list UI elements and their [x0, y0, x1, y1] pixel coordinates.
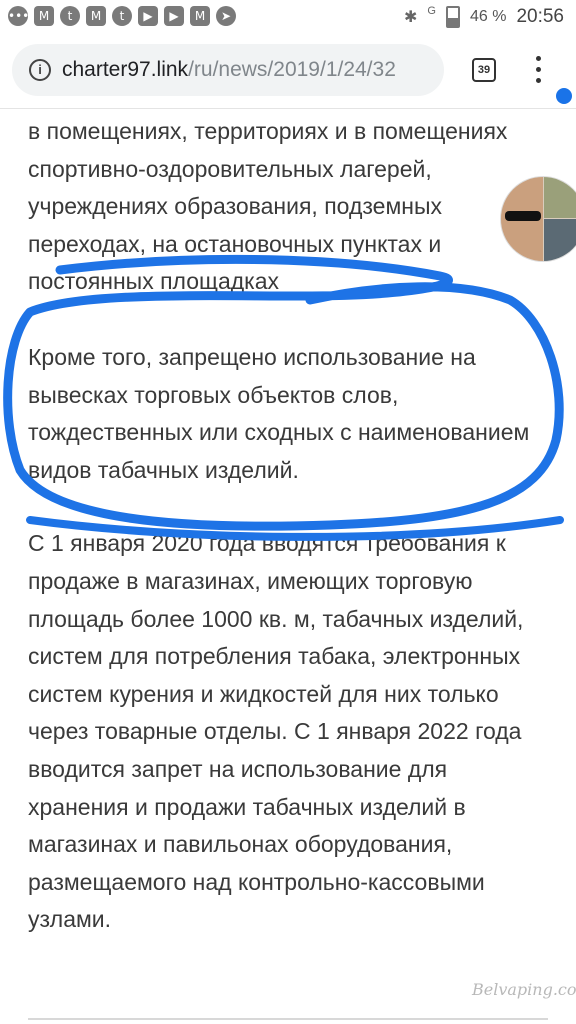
browser-toolbar: i charter97.link/ru/news/2019/1/24/32 39 — [0, 36, 576, 109]
bluetooth-icon: ✱ — [404, 9, 418, 26]
overflow-menu-button[interactable] — [528, 56, 548, 84]
battery-icon — [445, 6, 460, 28]
menu-dot — [536, 78, 541, 83]
menu-dot — [536, 67, 541, 72]
chat-head-avatar[interactable] — [500, 176, 576, 262]
watermark: Belvaping.com — [472, 980, 576, 999]
avatar — [544, 177, 576, 218]
tumblr-icon: t — [60, 6, 80, 26]
article-paragraph: в помещениях, территориях и в помещениях… — [28, 118, 508, 295]
address-bar[interactable]: i charter97.link/ru/news/2019/1/24/32 — [12, 44, 444, 96]
gmail-icon: M — [34, 6, 54, 26]
divider — [28, 1018, 548, 1020]
tumblr-icon: t — [112, 6, 132, 26]
article-paragraph-highlighted: Кроме того, запрещено использование на в… — [28, 344, 530, 483]
signal-type: G — [427, 5, 436, 17]
battery-percent: 46 % — [469, 8, 507, 25]
notification-icons: ••• M t M t ▶ ▶ M ➤ — [8, 6, 236, 26]
status-right: ✱ G 46 % 20:56 — [404, 5, 564, 28]
info-icon[interactable]: i — [29, 59, 51, 81]
url-host: charter97.link — [62, 58, 189, 81]
avatar — [501, 177, 543, 261]
clock: 20:56 — [516, 6, 564, 27]
url-path: /ru/news/2019/1/24/32 — [188, 58, 396, 81]
youtube-icon: ▶ — [164, 6, 184, 26]
menu-dot — [536, 56, 541, 61]
youtube-icon: ▶ — [138, 6, 158, 26]
more-icon: ••• — [8, 6, 29, 26]
gmail-icon: M — [86, 6, 106, 26]
article-paragraph: С 1 января 2020 года вводятся требования… — [28, 530, 524, 933]
article-body: в помещениях, территориях и в помещениях… — [28, 113, 548, 939]
status-bar: ••• M t M t ▶ ▶ M ➤ ✱ G 46 % 20:56 — [0, 0, 576, 36]
gmail-icon: M — [190, 6, 210, 26]
sunglasses-shape — [505, 211, 541, 221]
update-badge — [556, 88, 572, 104]
url-text[interactable]: charter97.link/ru/news/2019/1/24/32 — [62, 58, 396, 82]
telegram-icon: ➤ — [216, 6, 236, 26]
tab-switcher-button[interactable]: 39 — [472, 58, 496, 82]
avatar — [544, 219, 576, 261]
